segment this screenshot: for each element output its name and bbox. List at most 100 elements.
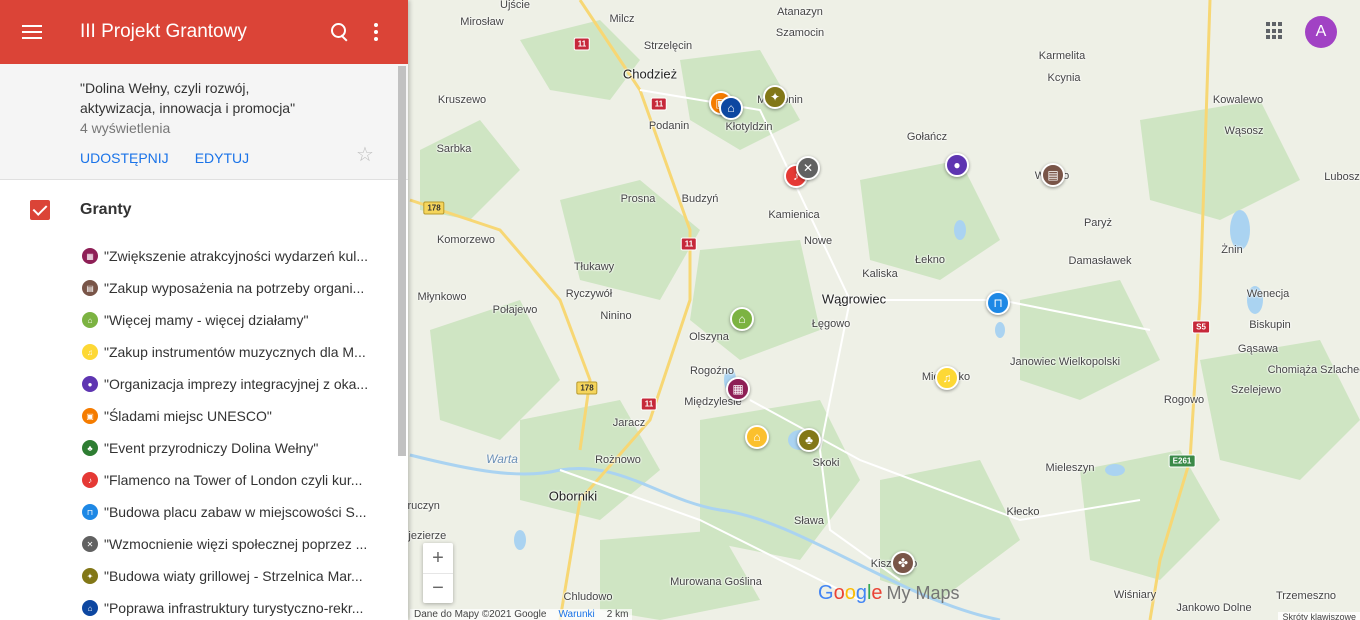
- list-item[interactable]: ● "Organizacja imprezy integracyjnej z ok…: [82, 368, 408, 400]
- place-label: Chodzież: [622, 66, 678, 82]
- place-label: Paryż: [1083, 217, 1113, 229]
- house-marker[interactable]: ⌂: [719, 96, 743, 120]
- item-label: "Zwiększenie atrakcyjności wydarzeń kul.…: [104, 248, 369, 264]
- place-label: Łęgowo: [811, 318, 851, 330]
- list-item[interactable]: ✦ "Budowa wiaty grillowej - Strzelnica Ma…: [82, 560, 408, 592]
- place-label: Biskupin: [1249, 319, 1291, 331]
- place-label: Sława: [794, 515, 824, 527]
- place-label: Szamocin: [775, 27, 825, 39]
- item-label: "Flamenco na Tower of London czyli kur..…: [104, 472, 363, 488]
- place-label: Ninino: [600, 310, 632, 322]
- list-item[interactable]: ⊓ "Budowa placu zabaw w miejscowości S...: [82, 496, 408, 528]
- layer-items: ▦ "Zwiększenie atrakcyjności wydarzeń kul…: [0, 240, 408, 620]
- box-marker[interactable]: ▤: [1041, 163, 1065, 187]
- place-label: Chomiąża Szlachecka: [1267, 364, 1360, 376]
- place-label: Gołańcz: [906, 131, 948, 143]
- place-label: Karmelita: [1038, 50, 1086, 62]
- place-label: Milcz: [609, 13, 635, 25]
- menu-icon[interactable]: [22, 21, 42, 43]
- list-item[interactable]: ▣ "Śladami miejsc UNESCO": [82, 400, 408, 432]
- apps-grid-icon[interactable]: [1266, 22, 1284, 40]
- share-button[interactable]: UDOSTĘPNIJ: [80, 150, 169, 166]
- place-label: Żnin: [1221, 244, 1243, 256]
- panel-header: III Projekt Grantowy: [0, 0, 408, 64]
- home-marker[interactable]: ⌂: [745, 425, 769, 449]
- tools-marker[interactable]: ✕: [796, 156, 820, 180]
- place-label: Kłotyldzin: [725, 121, 773, 133]
- keyboard-shortcuts-link[interactable]: Skróty klawiszowe: [1278, 612, 1360, 620]
- list-item[interactable]: ⌂ "Poprawa infrastruktury turystyczno-rek…: [82, 592, 408, 620]
- tools-icon: ✕: [82, 536, 98, 552]
- item-label: "Poprawa infrastruktury turystyczno-rekr…: [104, 600, 364, 616]
- cart-marker[interactable]: ▦: [726, 377, 750, 401]
- search-icon[interactable]: [328, 20, 352, 44]
- stroller-marker[interactable]: ●: [945, 153, 969, 177]
- place-label: Trzemeszno: [1275, 590, 1337, 602]
- place-label: Wągrowiec: [821, 291, 887, 307]
- place-label: Jankowo Dolne: [1176, 602, 1252, 614]
- place-label: Komorzewo: [436, 234, 496, 246]
- side-panel: III Projekt Grantowy "Dolina Wełny, czyl…: [0, 0, 408, 620]
- road-shield: S5: [1192, 320, 1210, 334]
- place-label: Olszyna: [689, 331, 729, 343]
- map-info: "Dolina Wełny, czyli rozwój, aktywizacja…: [0, 64, 408, 180]
- place-label: Oborniki: [548, 488, 598, 504]
- home-marker[interactable]: ⌂: [730, 307, 754, 331]
- road-shield: 178: [423, 201, 445, 215]
- road-shield: 11: [573, 37, 591, 51]
- list-item[interactable]: ⌂ "Więcej mamy - więcej działamy": [82, 304, 408, 336]
- place-label: Połajewo: [492, 304, 538, 316]
- zoom-in-button[interactable]: +: [423, 543, 453, 573]
- map-attribution: Dane do Mapy ©2021 Google Warunki 2 km: [410, 609, 633, 620]
- map-actions: UDOSTĘPNIJ EDYTUJ: [80, 150, 328, 166]
- paw-marker[interactable]: ✤: [891, 551, 915, 575]
- item-label: "Budowa wiaty grillowej - Strzelnica Mar…: [104, 568, 363, 584]
- zoom-out-button[interactable]: −: [423, 573, 453, 603]
- item-label: "Śladami miejsc UNESCO": [104, 408, 272, 424]
- place-label: Murowana Goślina: [670, 576, 762, 588]
- place-label: Wenecja: [1246, 288, 1290, 300]
- place-label: Kłecko: [1006, 506, 1040, 518]
- more-vert-icon[interactable]: [374, 20, 378, 44]
- list-item[interactable]: ▦ "Zwiększenie atrakcyjności wydarzeń kul…: [82, 240, 408, 272]
- music-marker[interactable]: ♫: [935, 366, 959, 390]
- swing-marker[interactable]: ⊓: [986, 291, 1010, 315]
- place-label: Kcynia: [1047, 72, 1081, 84]
- place-label: Skoki: [812, 457, 840, 469]
- avatar[interactable]: A: [1305, 16, 1337, 48]
- list-item[interactable]: ✕ "Wzmocnienie więzi społecznej poprzez .…: [82, 528, 408, 560]
- panel-scrollbar[interactable]: [398, 66, 406, 456]
- google-my-maps-logo: Google My Maps: [818, 582, 960, 604]
- zoom-control: + −: [423, 543, 453, 603]
- map-description: "Dolina Wełny, czyli rozwój, aktywizacja…: [80, 80, 296, 116]
- item-label: "Event przyrodniczy Dolina Wełny": [104, 440, 319, 456]
- list-item[interactable]: ♣ "Event przyrodniczy Dolina Wełny": [82, 432, 408, 464]
- house-icon: ⌂: [82, 600, 98, 616]
- tree-marker[interactable]: ♣: [797, 428, 821, 452]
- edit-button[interactable]: EDYTUJ: [195, 150, 249, 166]
- tree-icon: ♣: [82, 440, 98, 456]
- scale-label[interactable]: 2 km: [607, 609, 629, 620]
- place-label: Janowiec Wielkopolski: [1009, 356, 1121, 368]
- layer-visibility-checkbox[interactable]: [30, 200, 50, 220]
- road-shield: 11: [640, 397, 658, 411]
- list-item[interactable]: ♫ "Zakup instrumentów muzycznych dla M...: [82, 336, 408, 368]
- road-shield: 178: [576, 381, 598, 395]
- place-label: Młynkowo: [417, 291, 467, 303]
- item-label: "Wzmocnienie więzi społecznej poprzez ..…: [104, 536, 368, 552]
- place-label: Lubosz: [1324, 171, 1360, 183]
- place-label: Rogowo: [1163, 394, 1205, 406]
- place-label: Gąsawa: [1237, 343, 1279, 355]
- place-label: Budzyń: [681, 193, 719, 205]
- item-label: "Więcej mamy - więcej działamy": [104, 312, 309, 328]
- grill-marker[interactable]: ✦: [763, 85, 787, 109]
- list-item[interactable]: ▤ "Zakup wyposażenia na potrzeby organi..…: [82, 272, 408, 304]
- star-icon[interactable]: ☆: [356, 142, 374, 167]
- app-root: Ujście Mirosław Milcz Atanazyn Szamocin …: [0, 0, 1360, 620]
- road-shield: 11: [680, 237, 698, 251]
- place-label: Atanazyn: [777, 6, 823, 18]
- terms-link[interactable]: Warunki: [558, 609, 594, 620]
- layer-header: Granty: [0, 180, 408, 240]
- place-label: Damasławek: [1068, 255, 1132, 267]
- list-item[interactable]: ♪ "Flamenco na Tower of London czyli kur.…: [82, 464, 408, 496]
